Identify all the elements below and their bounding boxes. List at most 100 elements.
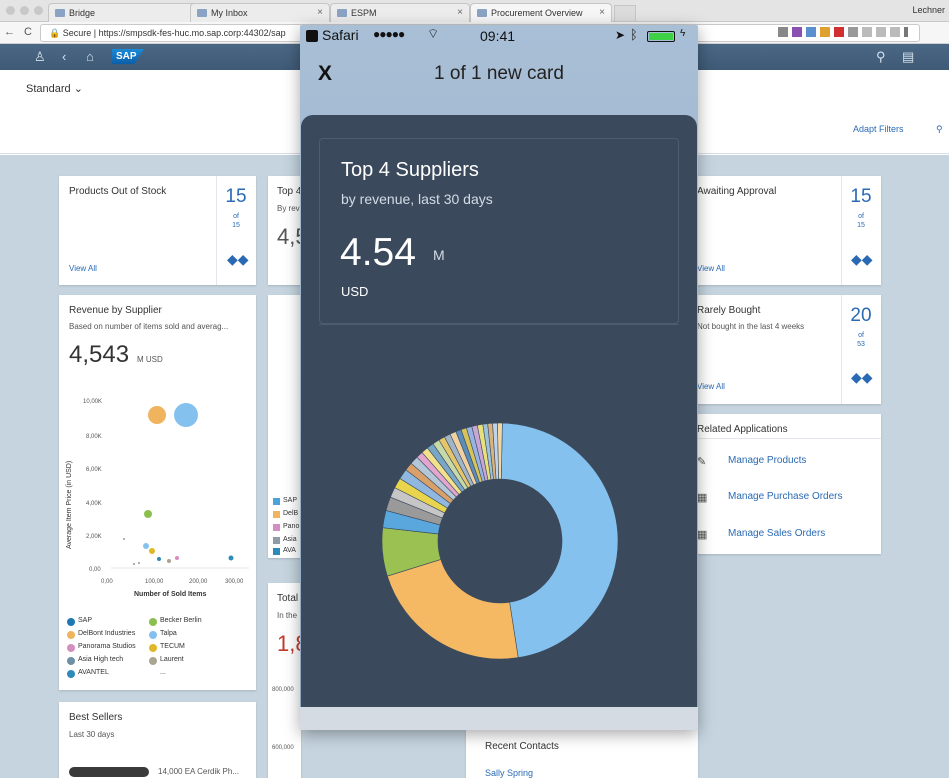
tab-close-icon[interactable]: × xyxy=(599,7,605,18)
card-title: Products Out of Stock xyxy=(69,186,167,197)
extension-icon[interactable] xyxy=(792,27,802,37)
link-manage-products[interactable]: Manage Products xyxy=(728,455,806,466)
card-title: Awaiting Approval xyxy=(697,186,777,197)
card-rarely-bought[interactable]: Rarely Bought Not bought in the last 4 w… xyxy=(697,295,881,404)
scatter-point xyxy=(149,548,155,554)
card-preview: Top 4 Suppliers by revenue, last 30 days… xyxy=(301,115,697,707)
legend-label: Asia High tech xyxy=(78,656,124,663)
phone-screen: Safari ●●●●● ⌔ 09:41 ➤ ᛒ ϟ X 1 of 1 new … xyxy=(300,25,698,730)
scatter-point xyxy=(157,557,161,561)
chevron-down-icon: ⌄ xyxy=(73,83,83,95)
extension-icon[interactable] xyxy=(876,27,886,37)
card-title: Rarely Bought xyxy=(697,305,761,316)
kpi-value: 20 xyxy=(850,305,872,326)
link-manage-purchase-orders[interactable]: Manage Purchase Orders xyxy=(728,491,843,502)
tab-favicon-icon xyxy=(197,9,207,17)
card-title: Top 4 xyxy=(277,186,302,197)
legend-swatch xyxy=(149,644,157,652)
legend-swatch xyxy=(149,631,157,639)
legend-label: ... xyxy=(160,669,166,676)
divider xyxy=(319,324,679,325)
extension-icon[interactable] xyxy=(890,27,900,37)
menu-icon[interactable] xyxy=(904,27,908,37)
tab-favicon-icon xyxy=(477,9,487,17)
card-products-out-of-stock[interactable]: Products Out of Stock 15 of 15 View All … xyxy=(59,176,256,285)
browser-tab[interactable]: My Inbox × xyxy=(190,3,330,22)
card-related-applications[interactable]: Related Applications ✎ Manage Products ▦… xyxy=(697,414,881,554)
legend-swatch xyxy=(67,644,75,652)
variant-selector[interactable]: Standard ⌄ xyxy=(26,82,83,95)
card-title: Total xyxy=(277,593,299,604)
phone-simulator: Safari ●●●●● ⌔ 09:41 ➤ ᛒ ϟ X 1 of 1 new … xyxy=(300,25,698,730)
card-subtitle: By rev xyxy=(277,204,300,213)
browser-tab-active[interactable]: Procurement Overview × xyxy=(470,3,612,22)
legend-label: TECUM xyxy=(160,643,185,650)
card-subtitle: Not bought in the last 4 weeks xyxy=(697,322,805,331)
view-all-link[interactable]: View All xyxy=(697,382,725,391)
view-all-link[interactable]: View All xyxy=(69,264,97,273)
contact-link[interactable]: Sally Spring xyxy=(485,768,533,778)
scatter-point xyxy=(123,538,125,540)
tab-label: Bridge xyxy=(69,8,96,18)
link-manage-sales-orders[interactable]: Manage Sales Orders xyxy=(728,528,825,539)
card-title: Top 4 Suppliers xyxy=(341,159,479,181)
new-tab-button[interactable] xyxy=(614,5,636,21)
card-best-sellers[interactable]: Best Sellers Last 30 days 14,000 EA Cerd… xyxy=(59,702,256,778)
back-icon[interactable]: ← xyxy=(4,26,15,38)
reload-icon[interactable]: C xyxy=(24,26,32,38)
back-icon[interactable]: ‹ xyxy=(62,49,66,64)
pin-icon[interactable]: ⚲ xyxy=(936,124,943,135)
extension-icon[interactable] xyxy=(862,27,872,37)
product-icon: ✎ xyxy=(697,456,707,468)
adapt-filters-link[interactable]: Adapt Filters xyxy=(853,124,904,134)
user-icon[interactable]: ♙ xyxy=(34,49,46,65)
window-maximize-button[interactable] xyxy=(34,6,43,15)
card-title: Related Applications xyxy=(697,424,788,435)
donut-slice xyxy=(500,422,619,658)
extension-icon[interactable] xyxy=(848,27,858,37)
kpi-total: 15 xyxy=(857,222,865,229)
notifications-icon[interactable]: ▤ xyxy=(902,49,914,65)
location-icon: ➤ xyxy=(615,28,626,42)
divider xyxy=(697,438,881,439)
card-total-partial[interactable]: Total In the 1,8 800,000 600,000 xyxy=(268,583,308,778)
window-minimize-button[interactable] xyxy=(20,6,29,15)
purchase-order-icon: ▦ xyxy=(697,492,708,504)
back-to-app-icon xyxy=(306,30,318,42)
card-awaiting-approval[interactable]: Awaiting Approval 15 of 15 View All ◆◆ xyxy=(697,176,881,285)
scatter-point xyxy=(175,556,179,560)
legend-swatch xyxy=(67,618,75,626)
legend-swatch xyxy=(67,631,75,639)
card-recent-contacts[interactable]: Recent Contacts Sally Spring xyxy=(466,730,698,778)
x-tick: 300,00 xyxy=(225,579,244,585)
phone-header-title: 1 of 1 new card xyxy=(434,63,564,84)
legend-label: Laurent xyxy=(160,656,184,663)
variant-label: Standard xyxy=(26,83,71,95)
legend-swatch xyxy=(67,670,75,678)
sap-logo: SAP xyxy=(112,49,144,64)
window-close-button[interactable] xyxy=(6,6,15,15)
card-revenue-by-supplier[interactable]: Revenue by Supplier Based on number of i… xyxy=(59,295,256,690)
bluetooth-icon: ᛒ xyxy=(630,27,638,42)
scatter-point xyxy=(143,543,149,549)
profile-name[interactable]: Lechner xyxy=(912,5,945,15)
extension-icon[interactable] xyxy=(834,27,844,37)
extension-icon[interactable] xyxy=(806,27,816,37)
star-icon[interactable] xyxy=(778,27,788,37)
kpi-unit: M USD xyxy=(137,355,163,364)
browser-tab[interactable]: ESPM × xyxy=(330,3,470,22)
view-all-link[interactable]: View All xyxy=(697,264,725,273)
extension-icon[interactable] xyxy=(820,27,830,37)
home-icon[interactable]: ⌂ xyxy=(86,49,94,64)
search-icon[interactable]: ⚲ xyxy=(876,49,886,65)
cubes-icon: ◆◆ xyxy=(227,251,249,267)
kpi-value: 4,543 xyxy=(69,341,130,368)
card-subtitle: In the xyxy=(277,611,298,620)
card-top-suppliers-partial[interactable]: Top 4 By rev 4,5 xyxy=(268,176,308,285)
scatter-point xyxy=(228,555,234,561)
kpi-of: of xyxy=(858,332,864,339)
tab-close-icon[interactable]: × xyxy=(457,7,463,18)
kpi-currency: USD xyxy=(341,284,369,299)
tab-close-icon[interactable]: × xyxy=(317,7,323,18)
cubes-icon: ◆◆ xyxy=(851,251,873,267)
